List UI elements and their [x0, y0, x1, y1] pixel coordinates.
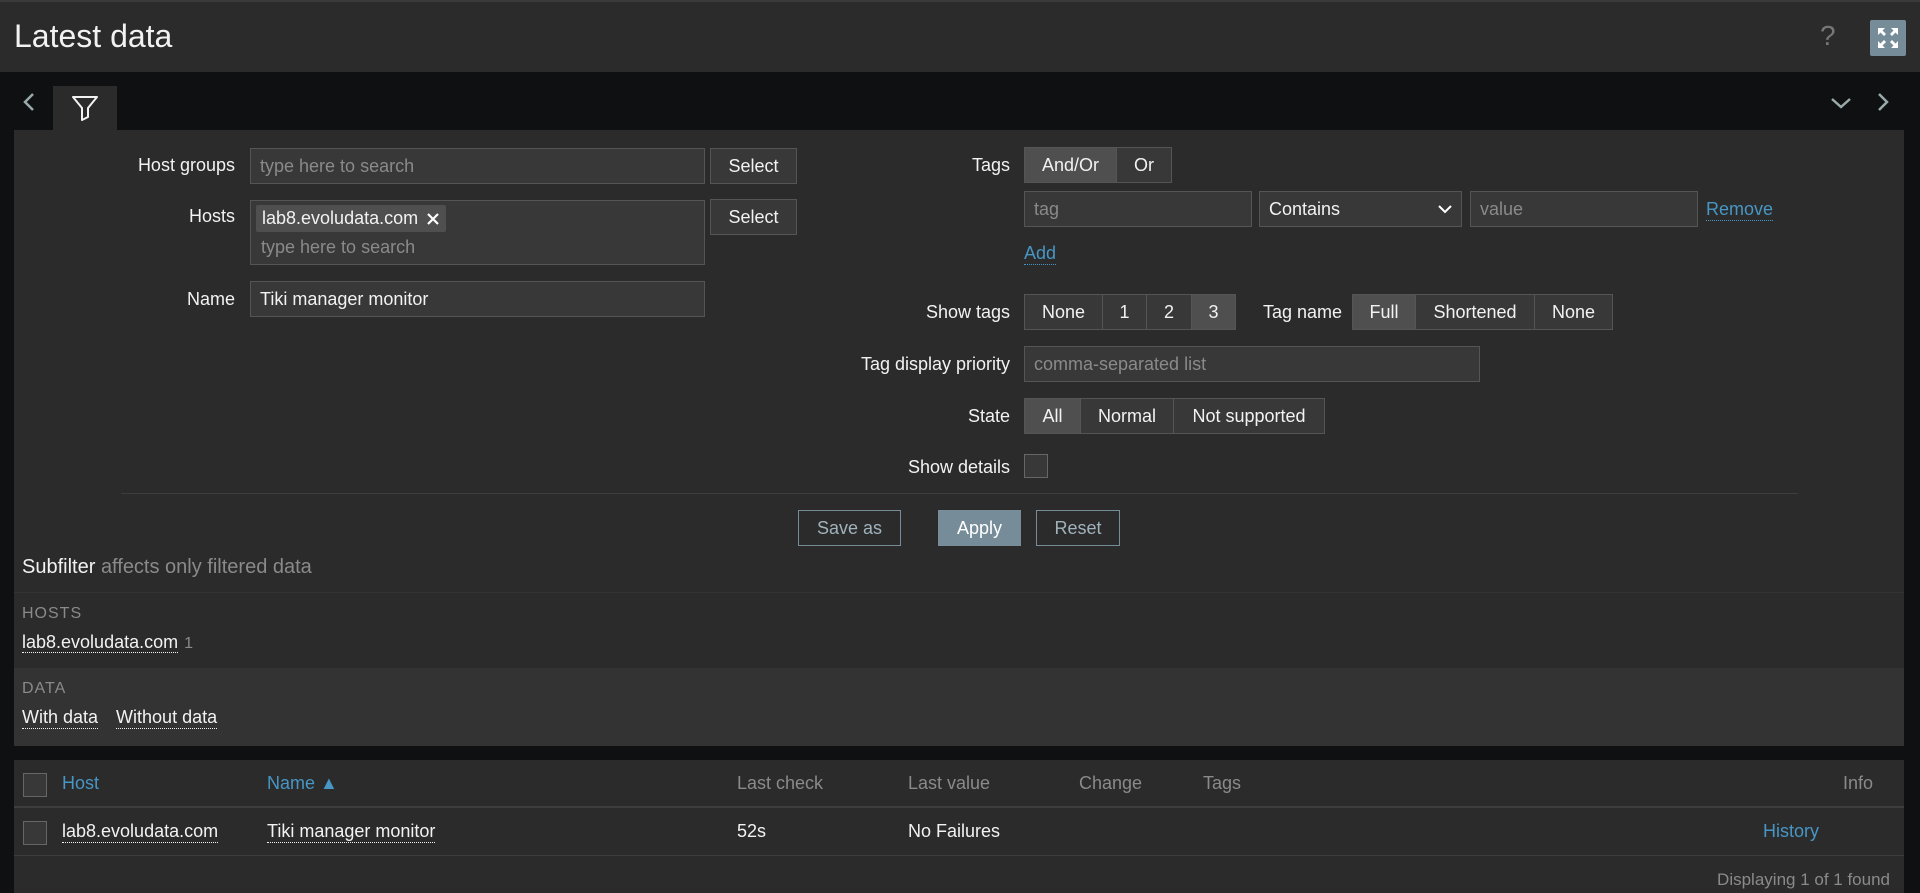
chevron-down-icon[interactable] — [1830, 96, 1852, 110]
tags-operator-andor[interactable]: And/Or — [1025, 148, 1117, 182]
state-label: State — [967, 406, 1010, 426]
hosts-label: Hosts — [188, 206, 235, 226]
filter-divider — [121, 493, 1798, 494]
remove-tag-link[interactable]: Remove — [1706, 199, 1774, 221]
tag-name-toggle: Full Shortened None — [1352, 294, 1613, 330]
row-last-value: No Failures — [908, 821, 1001, 841]
subfilter-title: Subfilter affects only filtered data — [22, 556, 312, 578]
latest-data-table: Host Name ▲ Last check Last value Change… — [14, 760, 1904, 893]
show-tags-label: Show tags — [925, 302, 1010, 322]
tag-priority-input[interactable]: comma-separated list — [1024, 346, 1480, 382]
state-toggle: All Normal Not supported — [1024, 398, 1325, 434]
hosts-multiselect[interactable]: lab8.evoludata.com type here to search — [250, 200, 705, 265]
show-tags-1[interactable]: 1 — [1103, 295, 1147, 329]
add-tag-link[interactable]: Add — [1024, 243, 1057, 265]
tag-value-input[interactable]: value — [1470, 191, 1698, 227]
subfilter-hosts-heading: HOSTS — [22, 605, 83, 622]
column-tags: Tags — [1203, 773, 1242, 793]
tag-name-label: Tag name — [1262, 302, 1342, 322]
subfilter-hosts-section: HOSTS lab8.evoludata.com 1 — [14, 592, 1904, 668]
help-icon[interactable]: ? — [1820, 20, 1836, 52]
tag-name-full[interactable]: Full — [1353, 295, 1416, 329]
page-title: Latest data — [14, 18, 173, 54]
tag-name-shortened[interactable]: Shortened — [1416, 295, 1535, 329]
hosts-search-input[interactable]: type here to search — [261, 237, 415, 258]
close-icon[interactable] — [426, 212, 440, 226]
tags-operator-toggle: And/Or Or — [1024, 147, 1172, 183]
row-name-link[interactable]: Tiki manager monitor — [267, 821, 436, 843]
show-tags-3[interactable]: 3 — [1192, 295, 1235, 329]
column-change: Change — [1079, 773, 1143, 793]
show-details-checkbox[interactable] — [1024, 454, 1048, 478]
row-history-link[interactable]: History — [1763, 821, 1819, 842]
hosts-select-button[interactable]: Select — [710, 199, 797, 235]
subfilter-data-heading: DATA — [22, 680, 67, 697]
chevron-right-icon[interactable] — [1876, 92, 1890, 112]
chevron-down-icon — [1438, 205, 1452, 214]
subfilter-host-count: 1 — [184, 635, 194, 652]
host-groups-input[interactable]: type here to search — [250, 148, 705, 184]
tab-filter[interactable] — [53, 86, 117, 130]
fullscreen-button[interactable] — [1870, 20, 1906, 56]
state-normal[interactable]: Normal — [1081, 399, 1174, 433]
column-last-check: Last check — [737, 773, 824, 793]
chevron-left-icon[interactable] — [22, 92, 36, 112]
subfilter-data-section: DATA With data Without data — [14, 668, 1904, 746]
state-not-supported[interactable]: Not supported — [1174, 399, 1324, 433]
table-header-row: Host Name ▲ Last check Last value Change… — [14, 760, 1904, 808]
filter-icon — [72, 96, 98, 121]
show-tags-none[interactable]: None — [1025, 295, 1103, 329]
tags-label: Tags — [971, 155, 1010, 175]
tag-priority-label: Tag display priority — [860, 354, 1010, 374]
row-host-link[interactable]: lab8.evoludata.com — [62, 821, 219, 843]
reset-button[interactable]: Reset — [1036, 510, 1120, 546]
table-footer: Displaying 1 of 1 found — [1717, 870, 1890, 889]
column-last-value: Last value — [908, 773, 991, 793]
state-all[interactable]: All — [1025, 399, 1081, 433]
apply-button[interactable]: Apply — [938, 510, 1021, 546]
column-info: Info — [1843, 773, 1874, 793]
subfilter-host-link[interactable]: lab8.evoludata.com — [22, 632, 179, 653]
page-header: Latest data ? — [0, 0, 1920, 72]
column-name[interactable]: Name ▲ — [267, 773, 338, 794]
host-groups-select-button[interactable]: Select — [710, 148, 797, 184]
tags-operator-or[interactable]: Or — [1117, 148, 1171, 182]
subfilter-subtitle: affects only filtered data — [100, 556, 312, 578]
name-label: Name — [186, 289, 235, 309]
show-tags-toggle: None 1 2 3 — [1024, 294, 1236, 330]
subfilter-without-data-link[interactable]: Without data — [116, 707, 218, 729]
save-as-button[interactable]: Save as — [798, 510, 901, 546]
host-groups-label: Host groups — [137, 155, 235, 175]
tag-input[interactable]: tag — [1024, 191, 1252, 227]
fullscreen-icon — [1878, 28, 1898, 48]
select-all-checkbox[interactable] — [23, 773, 47, 797]
host-chip: lab8.evoludata.com — [256, 205, 447, 232]
table-row: lab8.evoludata.com Tiki manager monitor … — [14, 808, 1904, 856]
tag-operator-select[interactable]: Contains — [1259, 191, 1462, 227]
filter-tabbar — [0, 72, 1920, 130]
tag-name-none[interactable]: None — [1535, 295, 1612, 329]
column-host[interactable]: Host — [62, 773, 99, 794]
show-details-label: Show details — [907, 457, 1010, 477]
name-input[interactable]: Tiki manager monitor — [250, 281, 705, 317]
subfilter-with-data-link[interactable]: With data — [22, 707, 99, 729]
row-last-check: 52s — [737, 821, 767, 841]
row-checkbox[interactable] — [23, 821, 47, 845]
show-tags-2[interactable]: 2 — [1147, 295, 1192, 329]
